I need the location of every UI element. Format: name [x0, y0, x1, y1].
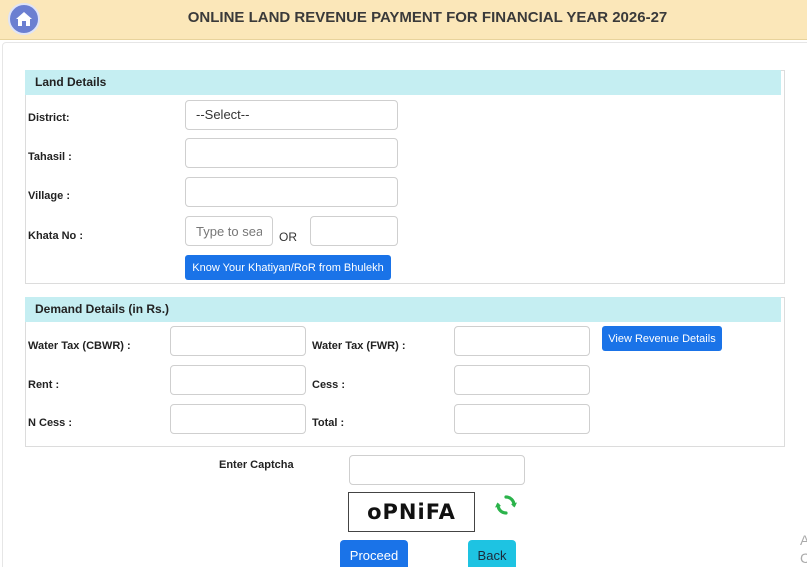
captcha-label: Enter Captcha	[219, 459, 294, 471]
page-title: ONLINE LAND REVENUE PAYMENT FOR FINANCIA…	[187, 9, 668, 26]
tahasil-label: Tahasil :	[28, 151, 72, 163]
khata-search-input[interactable]	[185, 216, 273, 246]
rent-input[interactable]	[170, 365, 306, 395]
captcha-image: oPNiFA	[348, 492, 475, 532]
bhulekh-button[interactable]: Know Your Khatiyan/RoR from Bhulekh	[185, 255, 391, 280]
ncess-input[interactable]	[170, 404, 306, 434]
water-tax-fwr-input[interactable]	[454, 326, 590, 356]
refresh-icon[interactable]	[494, 493, 518, 517]
total-label: Total :	[312, 417, 345, 429]
cess-label: Cess :	[312, 379, 346, 391]
view-revenue-details-button[interactable]: View Revenue Details	[602, 326, 722, 351]
edge-text: A C	[800, 532, 807, 566]
water-tax-cbwr-label: Water Tax (CBWR) :	[28, 340, 131, 352]
rent-label: Rent :	[28, 379, 60, 391]
tahasil-input[interactable]	[185, 138, 398, 168]
khata-number-input[interactable]	[310, 216, 398, 246]
or-text: OR	[279, 230, 297, 244]
total-input[interactable]	[454, 404, 590, 434]
district-label: District:	[28, 112, 70, 124]
back-button[interactable]: Back	[468, 540, 516, 567]
cess-input[interactable]	[454, 365, 590, 395]
district-select[interactable]: --Select--	[185, 100, 398, 130]
water-tax-cbwr-input[interactable]	[170, 326, 306, 356]
land-details-section	[25, 70, 785, 284]
captcha-input[interactable]	[349, 455, 525, 485]
water-tax-fwr-label: Water Tax (FWR) :	[312, 340, 406, 352]
village-label: Village :	[28, 190, 70, 202]
village-input[interactable]	[185, 177, 398, 207]
demand-details-heading: Demand Details (in Rs.)	[25, 297, 781, 322]
proceed-button[interactable]: Proceed	[340, 540, 408, 567]
khata-label: Khata No :	[28, 230, 83, 242]
land-details-heading: Land Details	[25, 70, 781, 95]
header-bar: ONLINE LAND REVENUE PAYMENT FOR FINANCIA…	[0, 0, 807, 40]
ncess-label: N Cess :	[28, 417, 73, 429]
